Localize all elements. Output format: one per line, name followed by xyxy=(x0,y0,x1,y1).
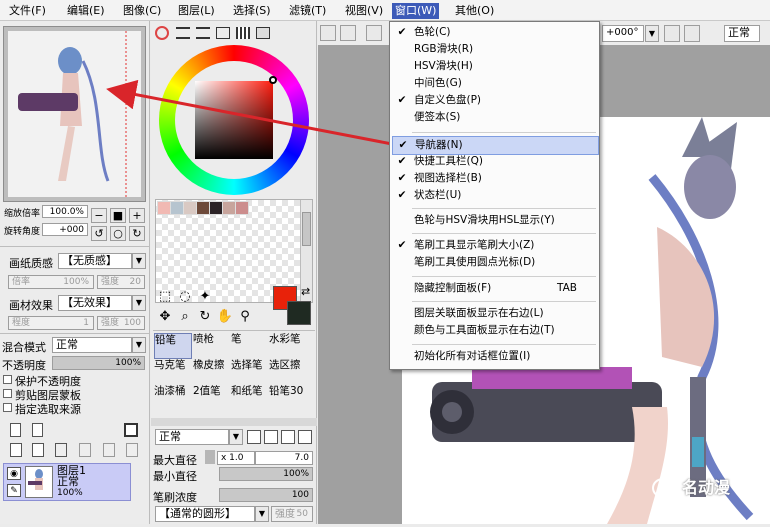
checkmark-icon: ✔ xyxy=(397,26,407,38)
menu-item-custom-palette[interactable]: ✔ 自定义色盘(P) xyxy=(392,92,597,109)
menu-item-color-panel-right[interactable]: 颜色与工具面板显示在右边(T) xyxy=(392,322,597,339)
menu-separator xyxy=(412,344,596,345)
checkmark-icon: ✔ xyxy=(397,94,407,106)
menu-item-scratchpad[interactable]: 便签本(S) xyxy=(392,109,597,126)
wechat-icon xyxy=(652,478,674,498)
watermark: 名动漫 xyxy=(652,476,768,502)
menu-item-reset-dialogs[interactable]: 初始化所有对话框位置(I) xyxy=(392,348,597,365)
menu-item-layer-panel-right[interactable]: 图层关联面板显示在右边(L) xyxy=(392,305,597,322)
checkmark-icon: ✔ xyxy=(397,155,407,167)
menu-separator xyxy=(412,233,596,234)
menu-separator xyxy=(412,208,596,209)
menu-item-status-bar[interactable]: ✔ 状态栏(U) xyxy=(392,187,597,204)
menu-item-hide-panels[interactable]: 隐藏控制面板(F) TAB xyxy=(392,280,597,297)
watermark-text: 名动漫 xyxy=(682,478,731,497)
menu-item-color-wheel[interactable]: ✔ 色轮(C) xyxy=(392,24,597,41)
menu-item-show-brush-size[interactable]: ✔ 笔刷工具显示笔刷大小(Z) xyxy=(392,237,597,254)
menu-item-view-selector[interactable]: ✔ 视图选择栏(B) xyxy=(392,170,597,187)
checkmark-icon: ✔ xyxy=(397,172,407,184)
menu-item-hsl-display[interactable]: 色轮与HSV滑块用HSL显示(Y) xyxy=(392,212,597,229)
menu-item-rgb-slider[interactable]: RGB滑块(R) xyxy=(392,41,597,58)
checkmark-icon: ✔ xyxy=(397,239,407,251)
menu-item-dot-cursor[interactable]: 笔刷工具使用圆点光标(D) xyxy=(392,254,597,271)
window-menu-dropdown: ✔ 色轮(C) RGB滑块(R) HSV滑块(H) 中间色(G) ✔ 自定义色盘(P… xyxy=(389,21,600,370)
checkmark-icon: ✔ xyxy=(398,139,408,151)
menu-item-hsv-slider[interactable]: HSV滑块(H) xyxy=(392,58,597,75)
menu-separator xyxy=(412,132,596,133)
annotation-arrow xyxy=(106,79,393,146)
checkmark-icon: ✔ xyxy=(397,189,407,201)
menu-item-intermediate-color[interactable]: 中间色(G) xyxy=(392,75,597,92)
menu-separator xyxy=(412,301,596,302)
menu-separator xyxy=(412,276,596,277)
menu-item-quick-toolbar[interactable]: ✔ 快捷工具栏(Q) xyxy=(392,153,597,170)
